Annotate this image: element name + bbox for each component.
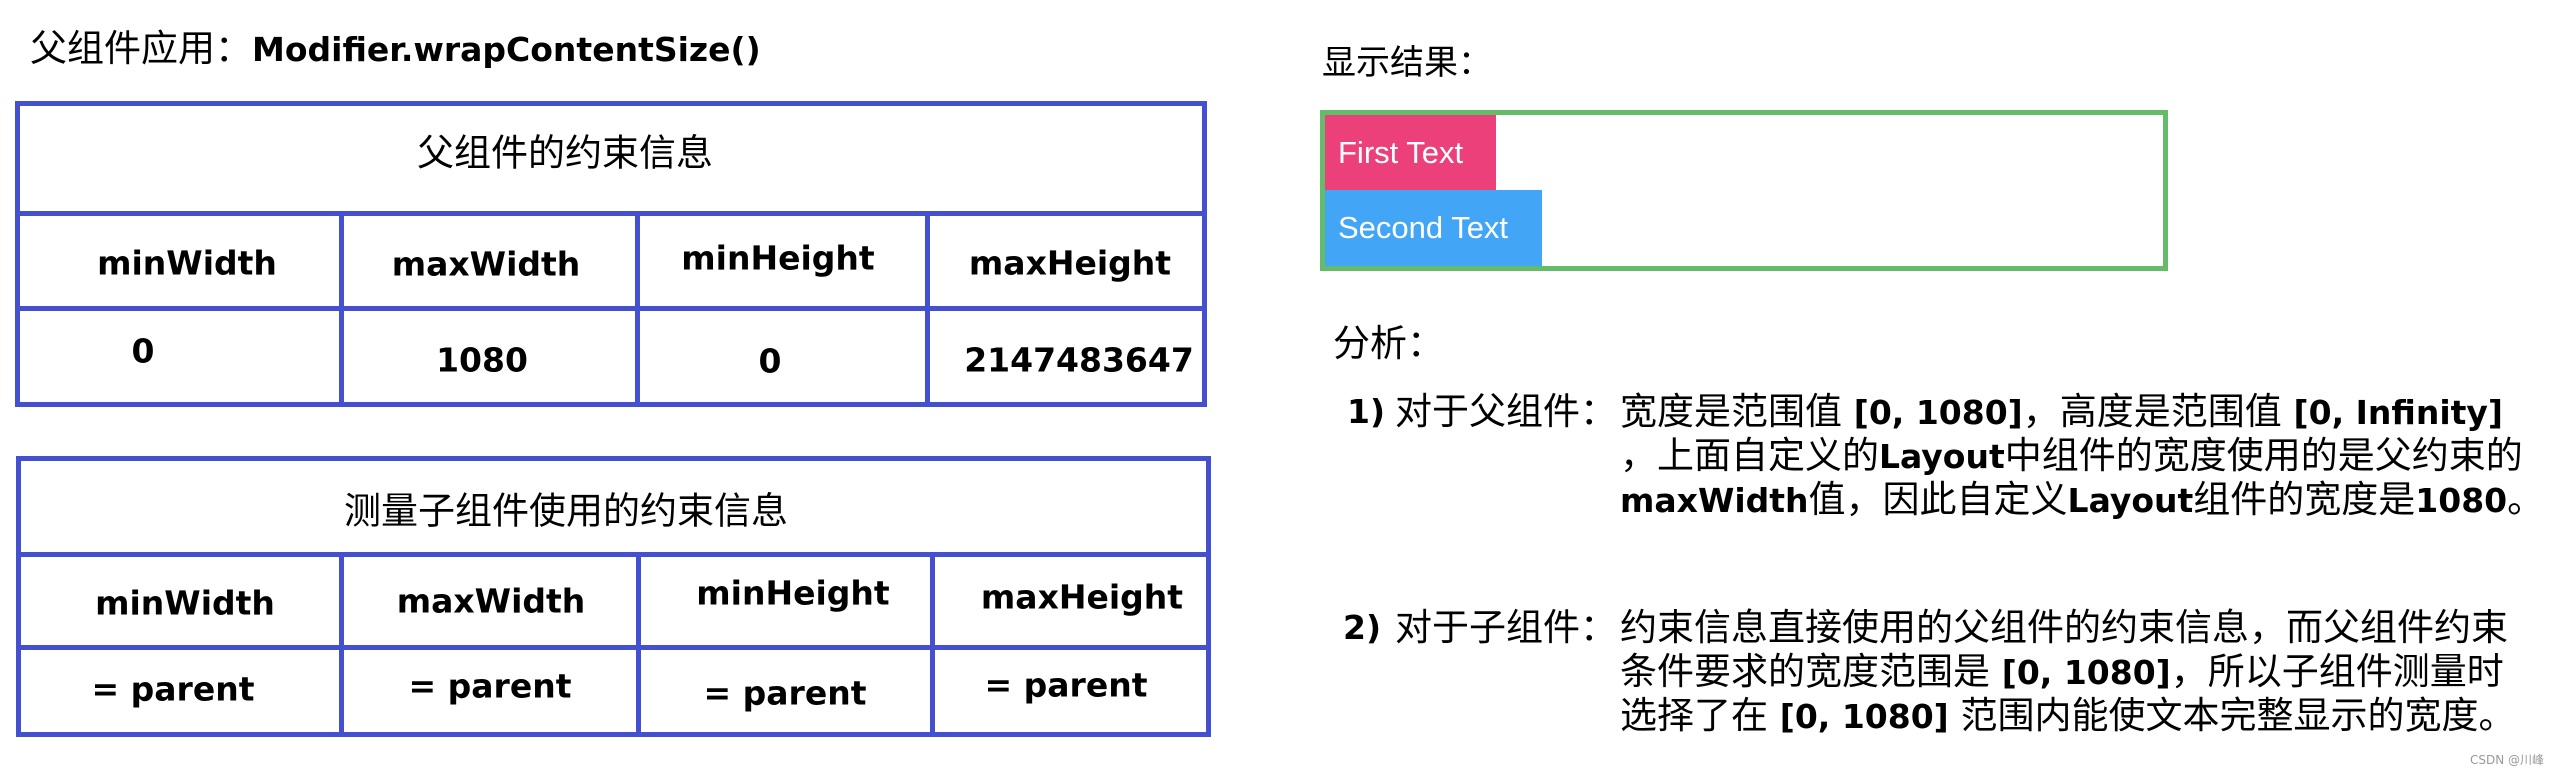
table-divider xyxy=(15,306,1207,311)
cell-max-height: 2147483647 xyxy=(964,340,1194,380)
text-segment: ，高度是范围值 xyxy=(2022,390,2294,433)
bold-text-segment: [0, 1080] xyxy=(1853,393,2023,432)
analysis-item-number: 1) xyxy=(1347,392,1386,431)
table-divider xyxy=(339,555,344,735)
cell-min-width: 0 xyxy=(131,331,155,371)
first-text-label: First Text xyxy=(1338,134,1464,170)
analysis-line: ，上面自定义的Layout中组件的宽度使用的是父约束的 xyxy=(1620,434,2523,478)
result-label: 显示结果： xyxy=(1322,43,1492,83)
analysis-line: 宽度是范围值 [0, 1080]，高度是范围值 [0, Infinity] xyxy=(1620,390,2503,434)
table-divider xyxy=(930,555,935,735)
cell-min-width: = parent xyxy=(91,669,255,709)
title-code: Modifier.wrapContentSize() xyxy=(252,30,761,69)
column-header-max-height: maxHeight xyxy=(968,243,1172,283)
table-divider xyxy=(15,211,1207,216)
bold-text-segment: maxWidth xyxy=(1620,481,1809,520)
table-title: 测量子组件使用的约束信息 xyxy=(344,489,788,533)
table-divider xyxy=(925,213,930,405)
cell-min-height: 0 xyxy=(758,341,782,381)
table-divider xyxy=(16,552,1211,557)
table-title: 父组件的约束信息 xyxy=(417,131,713,175)
analysis-line: maxWidth值，因此自定义Layout组件的宽度是1080。 xyxy=(1620,478,2544,522)
column-header-max-width: maxWidth xyxy=(396,581,586,621)
bold-text-segment: [0, 1080] xyxy=(1779,697,1949,736)
text-segment: 。 xyxy=(2507,478,2545,521)
text-segment: 中组件的宽度使用的是父约束的 xyxy=(2004,434,2523,477)
table-divider xyxy=(635,213,640,405)
analysis-line: 条件要求的宽度范围是 [0, 1080]，所以子组件测量时 xyxy=(1620,650,2504,694)
table-divider xyxy=(339,213,344,405)
column-header-max-height: maxHeight xyxy=(980,577,1184,617)
table-divider xyxy=(16,645,1211,650)
title-prefix: 父组件应用： xyxy=(30,27,252,70)
bold-text-segment: Layout xyxy=(2067,481,2194,520)
watermark: CSDN @川峰 xyxy=(2470,753,2545,767)
cell-max-width: = parent xyxy=(408,666,572,706)
analysis-line: 选择了在 [0, 1080] 范围内能使文本完整显示的宽度。 xyxy=(1620,694,2516,738)
column-header-min-height: minHeight xyxy=(696,573,890,613)
cell-max-height: = parent xyxy=(984,665,1148,705)
text-segment: ，上面自定义的 xyxy=(1620,434,1879,477)
bold-text-segment: [0, 1080] xyxy=(2001,653,2171,692)
bold-text-segment: Layout xyxy=(1879,437,2005,476)
text-segment: 条件要求的宽度范围是 xyxy=(1620,650,2002,693)
analysis-label: 分析： xyxy=(1333,322,1444,365)
text-segment: 约束信息直接使用的父组件的约束信息，而父组件约束 xyxy=(1620,606,2508,649)
bold-text-segment: [0, Infinity] xyxy=(2293,393,2504,432)
analysis-line: 约束信息直接使用的父组件的约束信息，而父组件约束 xyxy=(1620,606,2508,650)
table-divider xyxy=(636,555,641,735)
text-segment: 值，因此自定义 xyxy=(1808,478,2068,521)
first-text-item: First Text xyxy=(1325,115,1496,190)
column-header-min-height: minHeight xyxy=(681,238,875,278)
text-segment: ，所以子组件测量时 xyxy=(2170,650,2504,693)
second-text-label: Second Text xyxy=(1338,210,1509,245)
analysis-item-number: 2) xyxy=(1343,608,1382,647)
page-title: 父组件应用：Modifier.wrapContentSize() xyxy=(30,27,761,71)
cell-min-height: = parent xyxy=(703,673,867,713)
cell-max-width: 1080 xyxy=(436,340,528,380)
analysis-item-subject: 对于父组件： xyxy=(1395,390,1617,433)
column-header-min-width: minWidth xyxy=(95,583,275,623)
text-segment: 选择了在 xyxy=(1620,694,1780,737)
column-header-max-width: maxWidth xyxy=(391,244,581,284)
text-segment: 范围内能使文本完整显示的宽度。 xyxy=(1948,694,2516,737)
bold-text-segment: 1080 xyxy=(2415,481,2508,520)
text-segment: 宽度是范围值 xyxy=(1620,390,1854,433)
text-segment: 组件的宽度是 xyxy=(2193,478,2416,521)
second-text-item: Second Text xyxy=(1325,190,1542,266)
analysis-item-subject: 对于子组件： xyxy=(1395,606,1617,649)
column-header-min-width: minWidth xyxy=(97,243,277,283)
